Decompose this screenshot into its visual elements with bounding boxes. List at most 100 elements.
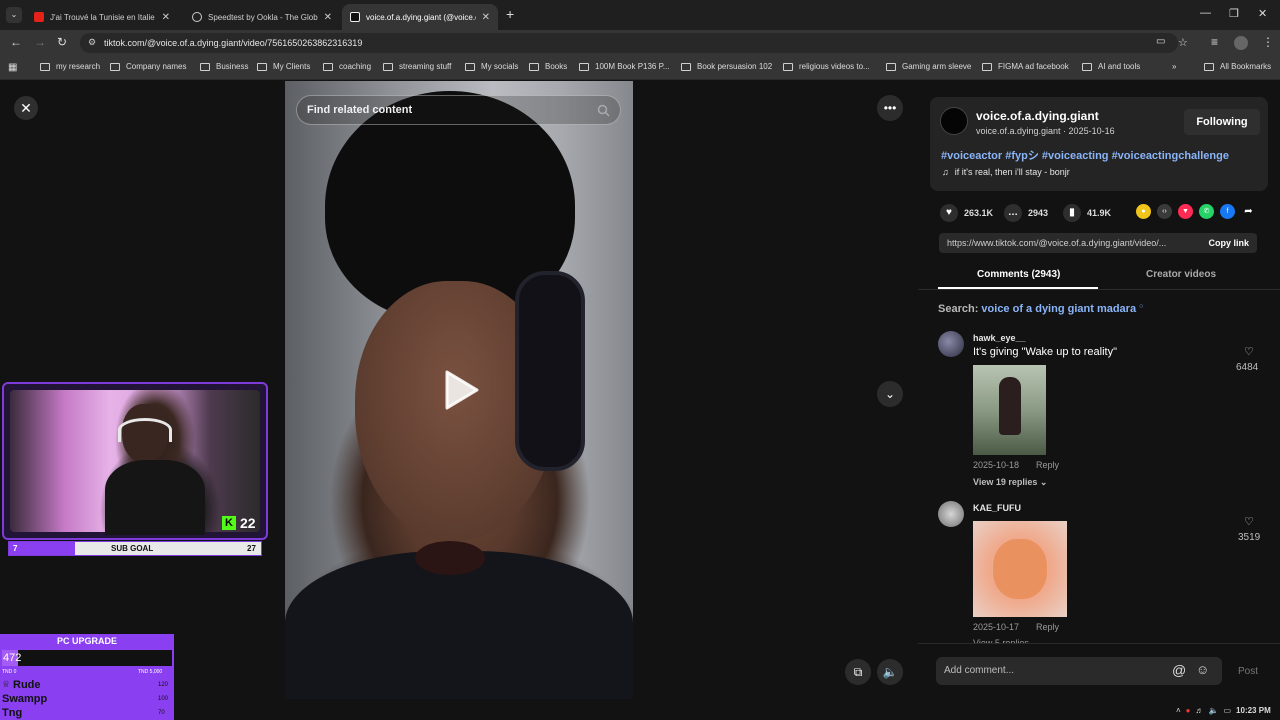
tab-creator-videos[interactable]: Creator videos — [1146, 269, 1216, 280]
url-field[interactable]: ⚙ tiktok.com/@voice.of.a.dying.giant/vid… — [80, 33, 1188, 53]
close-tab-icon[interactable]: ✕ — [162, 12, 170, 23]
play-icon[interactable] — [441, 368, 481, 412]
bookmark-religious-videos[interactable]: religious videos to... — [783, 62, 870, 71]
minimize-icon[interactable]: — — [1200, 7, 1211, 19]
tab-search-button[interactable]: ⌄ — [6, 7, 22, 23]
bookmark-ai-tools[interactable]: AI and tools — [1082, 62, 1140, 71]
music-title: if it's real, then i'll stay - bonjr — [954, 167, 1070, 177]
share-arrow-icon[interactable]: ➦ — [1241, 204, 1256, 219]
pip-button[interactable]: ⧉ — [845, 659, 871, 685]
pc-upgrade-amount: 472 — [3, 652, 22, 664]
bookmark-gaming-arm-sleeve[interactable]: Gaming arm sleeve — [886, 62, 971, 71]
profile-avatar[interactable] — [1234, 36, 1248, 50]
comment-avatar[interactable] — [938, 501, 964, 527]
video-frame-mouth — [415, 541, 485, 575]
all-bookmarks[interactable]: All Bookmarks — [1204, 62, 1271, 71]
post-comment-button[interactable]: Post — [1238, 666, 1258, 677]
close-tab-icon[interactable]: ✕ — [482, 12, 490, 23]
browser-tab-bar: ⌄ J'ai Trouvé la Tunisie en Italie m ✕ S… — [0, 0, 1280, 30]
site-info-icon[interactable]: ⚙ — [88, 37, 96, 48]
browser-tab-youtube[interactable]: J'ai Trouvé la Tunisie en Italie m ✕ — [26, 4, 178, 30]
whatsapp-icon[interactable]: ✆ — [1199, 204, 1214, 219]
folder-icon — [40, 62, 50, 71]
speaker-icon[interactable]: 🔈 — [1209, 706, 1219, 715]
comment-like-icon[interactable]: ♡ — [1244, 515, 1254, 528]
volume-icon: 🔈 — [882, 665, 898, 679]
bookmark-my-clients[interactable]: My Clients — [257, 62, 310, 71]
sub-goal-label: SUB GOAL — [111, 544, 154, 553]
media-controls-icon[interactable]: ≡ — [1211, 35, 1218, 49]
youtube-icon — [34, 12, 44, 22]
browser-tab-tiktok[interactable]: voice.of.a.dying.giant (@voice.o ✕ — [342, 4, 498, 30]
facebook-icon[interactable]: f — [1220, 204, 1235, 219]
tab-title: voice.of.a.dying.giant (@voice.o — [366, 12, 476, 22]
bookmark-100m-book[interactable]: 100M Book P136 P... — [579, 62, 670, 71]
hashtags[interactable]: #voiceactor #fypシ #voiceacting #voiceact… — [941, 147, 1229, 163]
bookmark-business[interactable]: Business — [200, 62, 248, 71]
install-app-icon[interactable]: ▭ — [1156, 36, 1165, 47]
comment-username[interactable]: KAE_FUFU — [973, 503, 1021, 513]
folder-icon — [200, 62, 210, 71]
music-row[interactable]: ♫ if it's real, then i'll stay - bonjr — [942, 167, 1070, 177]
apps-icon[interactable]: ▦ — [8, 62, 17, 73]
bookmark-book-persuasion[interactable]: Book persuasion 102 — [681, 62, 772, 71]
close-video-button[interactable]: ✕ — [14, 96, 38, 120]
reply-button[interactable]: Reply — [1036, 460, 1059, 470]
more-options-button[interactable]: ••• — [877, 95, 903, 121]
bookmark-books[interactable]: Books — [529, 62, 567, 71]
emoji-icon[interactable]: ☺ — [1196, 662, 1209, 677]
comment-stat[interactable]: … 2943 — [1004, 204, 1048, 222]
more-bookmarks-icon[interactable]: » — [1172, 62, 1176, 71]
headset-icon[interactable]: ♬ — [1196, 706, 1204, 715]
bookmark-star-icon[interactable]: ☆ — [1178, 36, 1188, 49]
bookmark-my-socials[interactable]: My socials — [465, 62, 518, 71]
view-replies[interactable]: View 19 replies ⌄ — [973, 477, 1047, 488]
send-icon[interactable]: ▼ — [1178, 204, 1193, 219]
comment-avatar[interactable] — [938, 331, 964, 357]
comment-image[interactable] — [973, 365, 1046, 455]
find-related-search[interactable]: Find related content — [296, 95, 621, 125]
comment-date: 2025-10-17 — [973, 622, 1020, 632]
tray-app-icon[interactable]: ● — [1186, 706, 1191, 715]
forward-icon[interactable]: → — [34, 35, 46, 49]
comment-image-figure — [999, 377, 1021, 435]
bookmark-figma-ad[interactable]: FIGMA ad facebook — [982, 62, 1069, 71]
back-icon[interactable]: ← — [10, 35, 22, 49]
coin-share-icon[interactable]: ● — [1136, 204, 1151, 219]
save-stat[interactable]: ▮ 41.9K — [1063, 204, 1111, 222]
creator-username[interactable]: voice.of.a.dying.giant — [976, 109, 1099, 123]
new-tab-button[interactable]: + — [506, 6, 514, 22]
reply-button[interactable]: Reply — [1036, 622, 1059, 632]
bookmark-company-names[interactable]: Company names — [110, 62, 186, 71]
volume-button[interactable]: 🔈 — [877, 659, 903, 685]
streamer-webcam: K 22 — [2, 382, 268, 540]
restore-icon[interactable]: ❐ — [1229, 7, 1239, 20]
comment-image[interactable] — [973, 521, 1067, 617]
tray-chevron-icon[interactable]: ˄ — [1176, 706, 1181, 715]
network-icon[interactable]: ▭ — [1223, 706, 1231, 715]
comment-input[interactable]: Add comment... @ ☺ — [936, 657, 1222, 685]
pc-upgrade-max: TND 5,000 — [138, 669, 163, 675]
close-tab-icon[interactable]: ✕ — [324, 12, 332, 23]
like-stat[interactable]: ♥ 263.1K — [940, 204, 993, 222]
mention-icon[interactable]: @ — [1172, 662, 1186, 678]
copy-link-button[interactable]: Copy link — [1208, 238, 1249, 248]
browser-tab-speedtest[interactable]: Speedtest by Ookla - The Glob ✕ — [184, 4, 340, 30]
bookmark-streaming-stuff[interactable]: streaming stuff — [383, 62, 451, 71]
embed-icon[interactable]: ‹› — [1157, 204, 1172, 219]
comment-like-count: 3519 — [1238, 532, 1261, 543]
creator-avatar[interactable] — [940, 107, 968, 135]
menu-icon[interactable]: ⋮ — [1262, 35, 1274, 49]
following-button[interactable]: Following — [1184, 109, 1260, 135]
search-suggestion[interactable]: Search: voice of a dying giant madara ○ — [938, 303, 1143, 315]
comment-text: It's giving "Wake up to reality" — [973, 346, 1118, 358]
reload-icon[interactable]: ↻ — [57, 35, 67, 49]
tab-comments[interactable]: Comments (2943) — [977, 269, 1060, 280]
window-close-icon[interactable]: ✕ — [1258, 7, 1267, 20]
comment-like-icon[interactable]: ♡ — [1244, 345, 1254, 358]
comment-username[interactable]: hawk_eye__ — [973, 333, 1026, 343]
next-video-button[interactable]: ⌄ — [877, 381, 903, 407]
search-icon[interactable] — [597, 104, 610, 117]
bookmark-my-research[interactable]: my research — [40, 62, 100, 71]
bookmark-coaching[interactable]: coaching — [323, 62, 371, 71]
